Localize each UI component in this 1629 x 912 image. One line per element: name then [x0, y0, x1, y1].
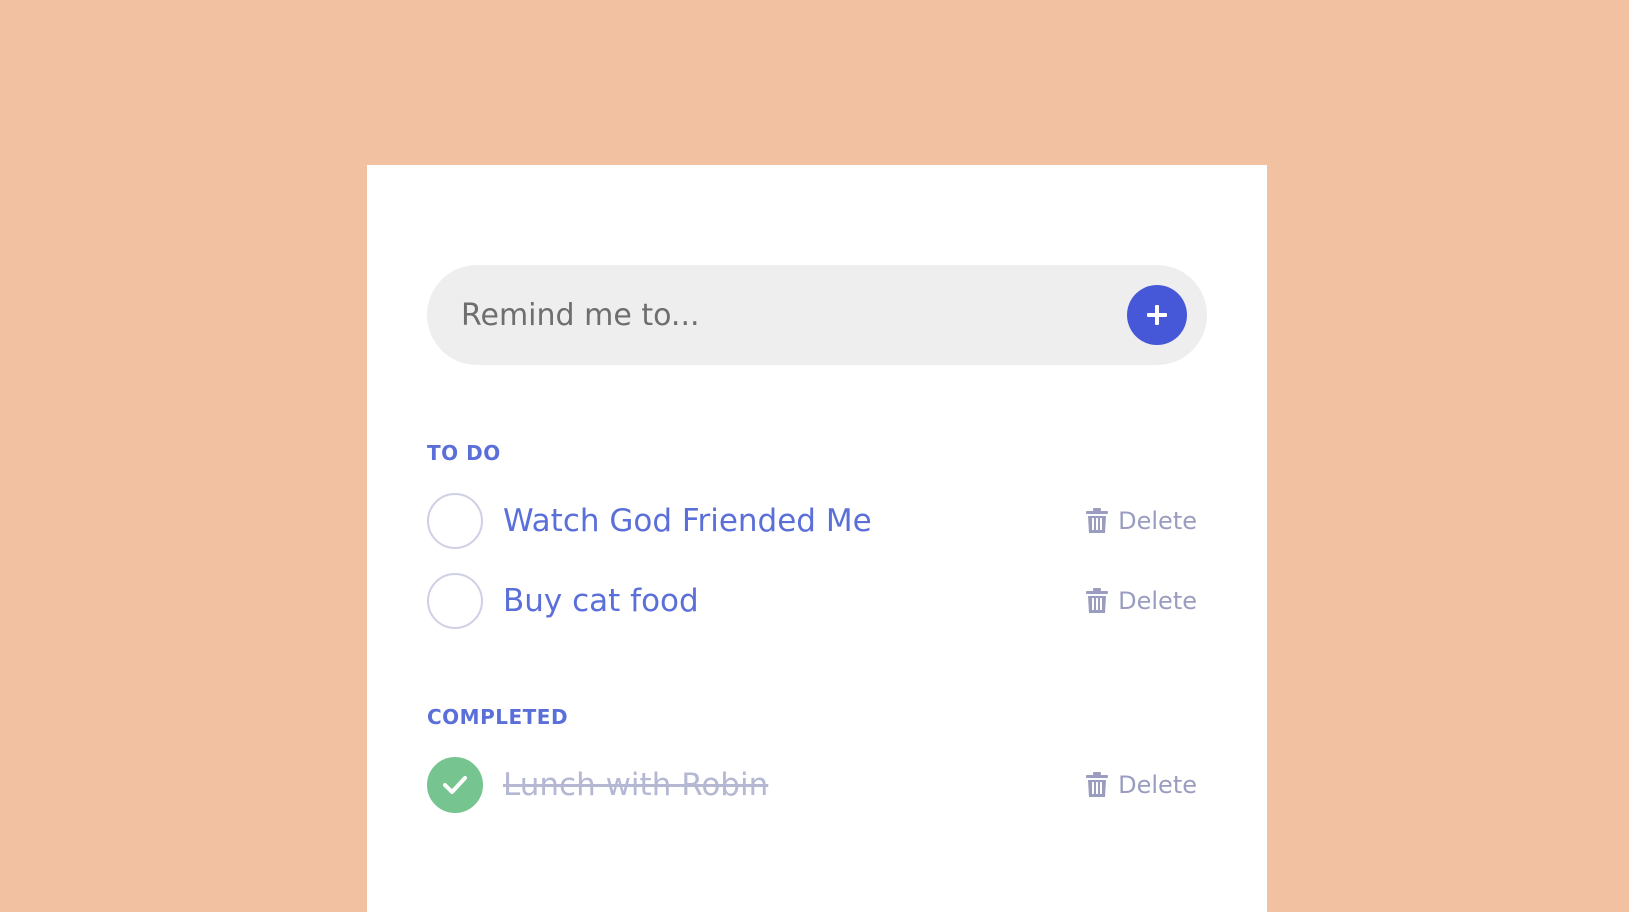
trash-icon [1086, 508, 1109, 533]
delete-button[interactable]: Delete [1086, 587, 1197, 615]
completed-checkbox[interactable] [427, 757, 483, 813]
delete-label: Delete [1118, 587, 1197, 615]
todo-checkbox[interactable] [427, 573, 483, 629]
trash-icon [1086, 588, 1109, 613]
completed-item-text: Lunch with Robin [503, 767, 769, 803]
todo-item: Watch God Friended Me Delete [427, 491, 1197, 551]
delete-label: Delete [1118, 771, 1197, 799]
todo-item: Buy cat food Delete [427, 571, 1197, 631]
add-button[interactable] [1127, 285, 1187, 345]
completed-section-title: COMPLETED [427, 705, 569, 729]
reminder-input[interactable] [459, 296, 1127, 334]
todo-card: TO DO Watch God Friended Me Delete Buy c… [367, 165, 1267, 912]
todo-item-text: Watch God Friended Me [503, 503, 872, 539]
reminder-input-bar [427, 265, 1207, 365]
todo-section-title: TO DO [427, 441, 501, 465]
todo-checkbox[interactable] [427, 493, 483, 549]
plus-icon [1147, 305, 1167, 325]
delete-button[interactable]: Delete [1086, 507, 1197, 535]
trash-icon [1086, 772, 1109, 797]
todo-item-text: Buy cat food [503, 583, 699, 619]
delete-label: Delete [1118, 507, 1197, 535]
completed-item: Lunch with Robin Delete [427, 755, 1197, 815]
delete-button[interactable]: Delete [1086, 771, 1197, 799]
checkmark-icon [443, 776, 467, 794]
